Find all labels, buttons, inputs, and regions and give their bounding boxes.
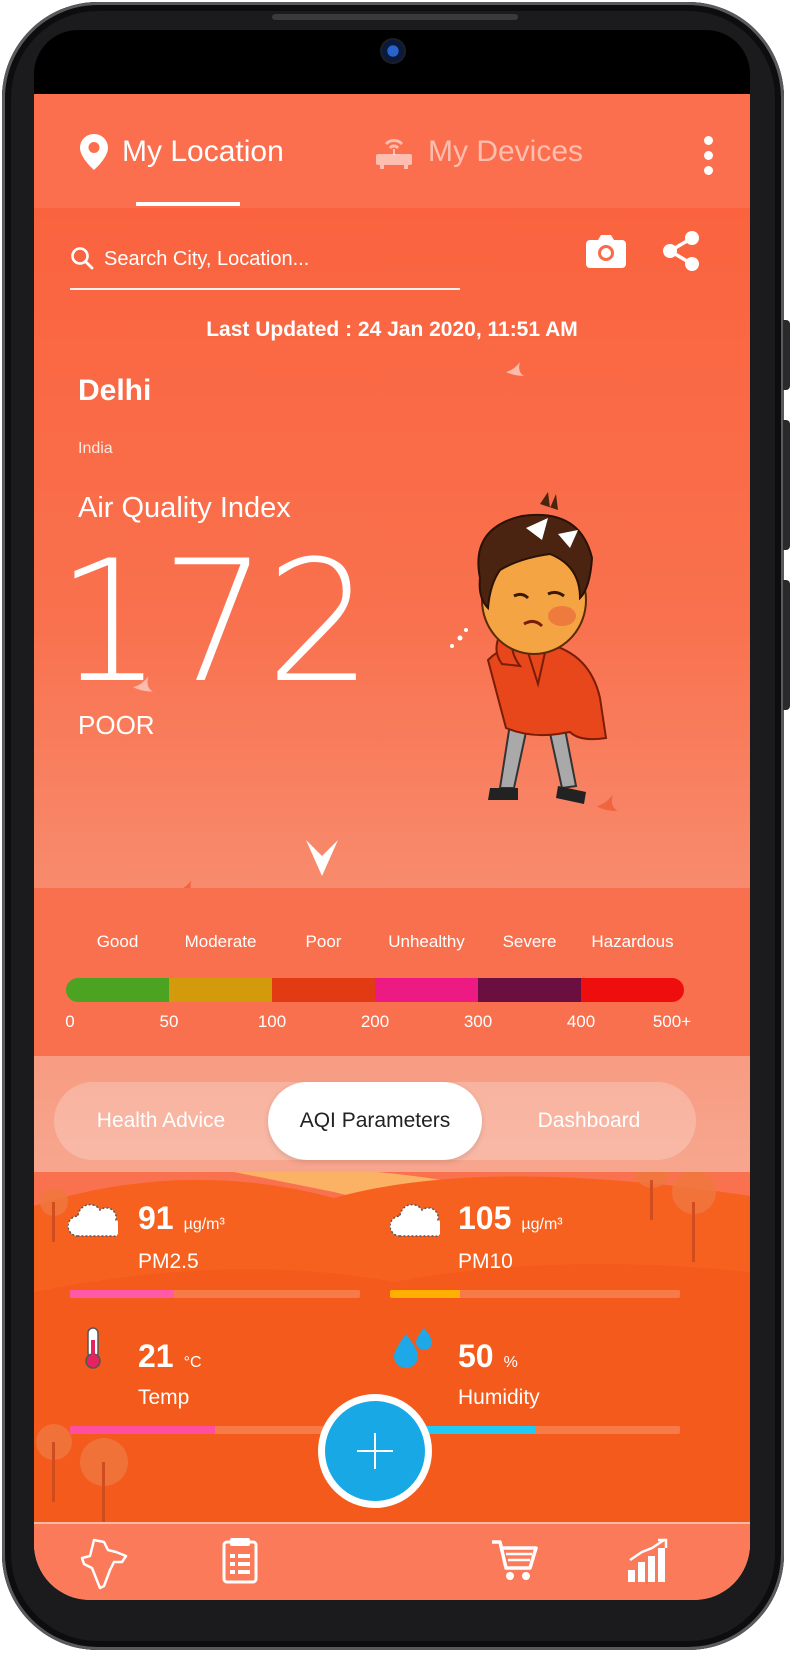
- bird-illustration: [133, 676, 153, 692]
- city-name: Delhi: [78, 374, 152, 407]
- bird-illustration: [506, 362, 524, 376]
- pm25-unit: µg/m³: [183, 1216, 225, 1233]
- pm25-level-bar: [70, 1290, 360, 1298]
- chevron-down-icon[interactable]: [304, 838, 340, 878]
- humidity-unit: %: [503, 1354, 518, 1371]
- last-updated-text: Last Updated : 24 Jan 2020, 11:51 AM: [206, 318, 578, 341]
- bottom-navigation: [34, 1524, 750, 1600]
- aqi-category-segment: [66, 978, 169, 1002]
- temp-level-fill: [70, 1426, 215, 1434]
- aqi-scale-tick: 500+: [652, 1012, 692, 1031]
- pm10-level-fill: [390, 1290, 460, 1298]
- aqi-category-segment: [169, 978, 272, 1002]
- volume-down-button: [783, 580, 790, 710]
- aqi-category-segment: [272, 978, 375, 1002]
- coughing-person-illustration: [450, 492, 608, 804]
- aqi-category-label: Hazardous: [591, 932, 674, 951]
- cart-icon[interactable]: [490, 1538, 538, 1582]
- cloud-icon: [390, 1203, 440, 1237]
- add-button[interactable]: [318, 1394, 432, 1508]
- humidity-drops-icon: [394, 1328, 432, 1368]
- camera-icon[interactable]: [586, 234, 626, 268]
- india-map-icon[interactable]: [80, 1538, 128, 1590]
- overflow-menu-icon[interactable]: [702, 136, 716, 176]
- tab-health-advice[interactable]: Health Advice: [54, 1082, 268, 1160]
- humidity-value-row: 50%: [458, 1338, 518, 1375]
- aqi-scale-tick: 400: [566, 1012, 596, 1031]
- plus-icon: [357, 1433, 393, 1469]
- temp-value-row: 21 °C: [138, 1338, 202, 1375]
- aqi-category-segment: [581, 978, 684, 1002]
- country-name: India: [78, 440, 113, 457]
- aqi-scale-tick: 0: [65, 1012, 75, 1031]
- top-tab-bar: My Location My Devices: [34, 92, 750, 208]
- volume-up-button: [783, 420, 790, 550]
- speaker-grille: [272, 14, 518, 20]
- aqi-scale-tick: 100: [257, 1012, 287, 1031]
- pm25-name: PM2.5: [138, 1250, 199, 1273]
- search-input[interactable]: [104, 242, 444, 276]
- aqi-category-label: Severe: [502, 932, 557, 951]
- bar-chart-icon[interactable]: [626, 1538, 672, 1584]
- aqi-category-segment: [478, 978, 581, 1002]
- pm10-value: 105: [458, 1200, 512, 1236]
- share-icon[interactable]: [660, 230, 702, 272]
- aqi-category-label: Poor: [305, 932, 342, 951]
- report-icon[interactable]: [220, 1538, 260, 1584]
- humidity-value: 50: [458, 1338, 494, 1374]
- aqi-category-segment: [375, 978, 478, 1002]
- humidity-level-bar: [390, 1426, 680, 1434]
- thermometer-icon: [85, 1327, 101, 1369]
- tab-my-location[interactable]: My Location: [80, 134, 284, 170]
- pm25-value-row: 91 µg/m³: [138, 1200, 225, 1237]
- aqi-scale-tick: 300: [463, 1012, 493, 1031]
- power-button: [783, 320, 790, 390]
- pm10-name: PM10: [458, 1250, 513, 1273]
- aqi-category-label: Good: [96, 932, 139, 951]
- active-tab-indicator: [136, 202, 240, 206]
- temp-unit: °C: [183, 1354, 202, 1371]
- pm10-value-row: 105 µg/m³: [458, 1200, 563, 1237]
- app-screen: My Location My Devices Search City, Loca…: [34, 92, 750, 1600]
- add-button-inner: [325, 1401, 425, 1501]
- aqi-scale-tick: 200: [360, 1012, 390, 1031]
- aqi-value: 172: [56, 524, 373, 720]
- aqi-status: POOR: [78, 710, 155, 740]
- tab-my-devices-label: My Devices: [428, 135, 584, 168]
- cloud-icon: [68, 1203, 118, 1237]
- tab-dashboard[interactable]: Dashboard: [482, 1082, 696, 1160]
- front-camera: [380, 38, 406, 64]
- search-bar: [70, 232, 460, 290]
- pm25-level-fill: [70, 1290, 175, 1298]
- temp-value: 21: [138, 1338, 174, 1374]
- temp-level-bar: [70, 1426, 360, 1434]
- info-segmented-control: Health Advice AQI Parameters Dashboard: [54, 1082, 696, 1160]
- tab-aqi-parameters[interactable]: AQI Parameters: [268, 1082, 482, 1160]
- aqi-scale-bar: [66, 978, 684, 1002]
- humidity-name: Humidity: [458, 1386, 540, 1409]
- pm25-value: 91: [138, 1200, 174, 1236]
- tab-my-location-label: My Location: [122, 135, 284, 168]
- location-pin-icon: [80, 134, 108, 170]
- aqi-scale-panel: Good Moderate Poor Unhealthy Severe Hazardous…: [34, 888, 750, 1056]
- aqi-category-label: Unhealthy: [388, 932, 465, 951]
- temp-name: Temp: [138, 1386, 190, 1409]
- pm10-unit: µg/m³: [521, 1216, 563, 1233]
- aqi-label: Air Quality Index: [78, 492, 291, 524]
- router-icon: [376, 139, 412, 169]
- phone-frame: My Location My Devices Search City, Loca…: [0, 0, 790, 1654]
- aqi-scale-tick: 50: [159, 1012, 179, 1031]
- tab-my-devices[interactable]: My Devices: [374, 134, 583, 170]
- aqi-category-label: Moderate: [184, 932, 257, 951]
- pm10-level-bar: [390, 1290, 680, 1298]
- search-icon[interactable]: [70, 246, 94, 270]
